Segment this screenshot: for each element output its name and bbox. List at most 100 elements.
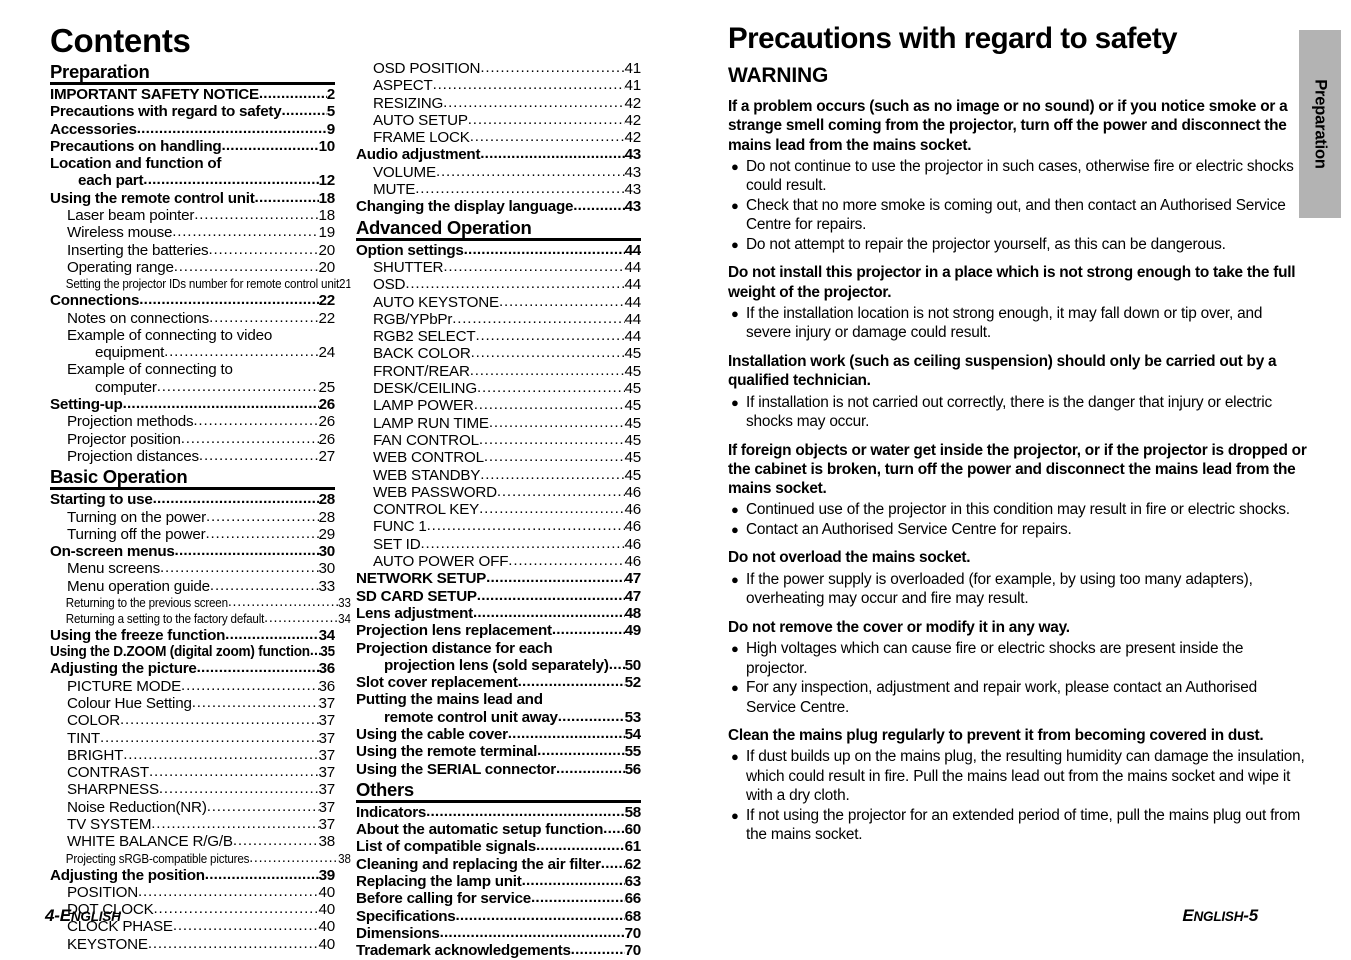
toc-entry[interactable]: Setting the projector IDs number for rem… [50, 276, 351, 292]
toc-entry[interactable]: Menu operation guide ...................… [50, 578, 335, 595]
toc-entry[interactable]: Noise Reduction(NR) ....................… [50, 799, 335, 816]
toc-entry[interactable]: SHUTTER ................................… [356, 259, 641, 276]
toc-entry[interactable]: Notes on connections ...................… [50, 310, 335, 327]
toc-entry[interactable]: Returning to the previous screen .......… [50, 595, 351, 611]
toc-entry[interactable]: WHITE BALANCE R/G/B ....................… [50, 833, 335, 850]
toc-entry[interactable]: TINT ...................................… [50, 730, 335, 747]
toc-entry[interactable]: Wireless mouse .........................… [50, 224, 335, 241]
toc-entry[interactable]: Using the freeze function ..............… [50, 627, 335, 644]
toc-entry[interactable]: WEB PASSWORD ...........................… [356, 484, 641, 501]
toc-entry[interactable]: Inserting the batteries ................… [50, 242, 335, 259]
toc-entry[interactable]: Projection distances ...................… [50, 448, 335, 465]
toc-leader-dots: ........................................… [537, 743, 625, 760]
toc-entry[interactable]: Turning off the power ..................… [50, 526, 335, 543]
toc-leader-dots: ........................................… [208, 241, 319, 258]
toc-entry[interactable]: RGB/YPbPr ..............................… [356, 311, 641, 328]
toc-entry[interactable]: Menu screens ...........................… [50, 560, 335, 577]
toc-entry[interactable]: Operating range ........................… [50, 259, 335, 276]
toc-entry[interactable]: FAN CONTROL ............................… [356, 432, 641, 449]
toc-entry[interactable]: Returning a setting to the factory defau… [50, 611, 351, 627]
toc-entry[interactable]: Turning on the power ...................… [50, 509, 335, 526]
toc-entry[interactable]: Using the cable cover ..................… [356, 726, 641, 743]
toc-entry[interactable]: NETWORK SETUP ..........................… [356, 570, 641, 587]
toc-entry-label: Audio adjustment [356, 146, 481, 164]
toc-entry[interactable]: Starting to use ........................… [50, 491, 335, 508]
toc-entry[interactable]: About the automatic setup function .....… [356, 821, 641, 838]
toc-entry[interactable]: List of compatible signals .............… [356, 838, 641, 855]
toc-entry[interactable]: Using the remote control unit ..........… [50, 190, 335, 207]
toc-entry[interactable]: On-screen menus ........................… [50, 543, 335, 560]
toc-entry[interactable]: Indicators .............................… [356, 804, 641, 821]
toc-entry[interactable]: KEYSTONE ...............................… [50, 936, 335, 953]
toc-entry[interactable]: LAMP POWER .............................… [356, 397, 641, 414]
toc-entry[interactable]: remote control unit away ...............… [356, 709, 641, 726]
toc-entry[interactable]: ASPECT .................................… [356, 77, 641, 94]
toc-entry[interactable]: BACK COLOR .............................… [356, 345, 641, 362]
toc-entry[interactable]: Replacing the lamp unit ................… [356, 873, 641, 890]
toc-entry[interactable]: Adjusting the position .................… [50, 867, 335, 884]
toc-entry[interactable]: Specifications .........................… [356, 908, 641, 925]
toc-entry[interactable]: Connections ............................… [50, 292, 335, 309]
toc-entry[interactable]: BRIGHT .................................… [50, 747, 335, 764]
toc-entry[interactable]: Precautions on handling ................… [50, 138, 335, 155]
toc-entry[interactable]: AUTO POWER OFF .........................… [356, 553, 641, 570]
toc-entry[interactable]: Precautions with regard to safety ......… [50, 103, 335, 120]
toc-entry[interactable]: RESIZING ...............................… [356, 95, 641, 112]
toc-entry[interactable]: WEB CONTROL ............................… [356, 449, 641, 466]
toc-entry[interactable]: Laser beam pointer .....................… [50, 207, 335, 224]
toc-entry[interactable]: OSD ....................................… [356, 276, 641, 293]
toc-entry[interactable]: equipment ..............................… [50, 344, 335, 361]
toc-entry[interactable]: Colour Hue Setting .....................… [50, 695, 335, 712]
toc-entry[interactable]: Using the remote terminal ..............… [356, 743, 641, 760]
toc-entry[interactable]: Dimensions .............................… [356, 925, 641, 942]
toc-entry[interactable]: RGB2 SELECT ............................… [356, 328, 641, 345]
toc-entry[interactable]: LAMP RUN TIME ..........................… [356, 415, 641, 432]
toc-entry[interactable]: Before calling for service .............… [356, 890, 641, 907]
toc-entry[interactable]: AUTO SETUP .............................… [356, 112, 641, 129]
toc-leader-dots: ........................................… [143, 172, 319, 189]
toc-entry[interactable]: SD CARD SETUP ..........................… [356, 588, 641, 605]
toc-entry[interactable]: Changing the display language ..........… [356, 198, 641, 215]
toc-entry[interactable]: Slot cover replacement .................… [356, 674, 641, 691]
toc-entry[interactable]: SET ID .................................… [356, 536, 641, 553]
footer-page-number: -5 [1243, 906, 1258, 925]
toc-entry[interactable]: IMPORTANT SAFETY NOTICE ................… [50, 86, 335, 103]
toc-entry[interactable]: OSD POSITION ...........................… [356, 60, 641, 77]
toc-entry[interactable]: SHARPNESS ..............................… [50, 781, 335, 798]
toc-entry[interactable]: Setting-up .............................… [50, 396, 335, 413]
toc-entry[interactable]: Using the SERIAL connector .............… [356, 761, 641, 778]
toc-entry[interactable]: Accessories ............................… [50, 121, 335, 138]
toc-entry-label: VOLUME [373, 163, 436, 181]
toc-entry[interactable]: Projector position .....................… [50, 431, 335, 448]
toc-entry[interactable]: each part ..............................… [50, 172, 335, 189]
toc-entry[interactable]: projection lens (sold separately) ......… [356, 657, 641, 674]
toc-entry[interactable]: Projection lens replacement ............… [356, 622, 641, 639]
toc-entry[interactable]: TV SYSTEM ..............................… [50, 816, 335, 833]
toc-entry[interactable]: FRONT/REAR .............................… [356, 363, 641, 380]
toc-entry[interactable]: CONTROL KEY ............................… [356, 501, 641, 518]
toc-entry[interactable]: Trademark acknowledgements .............… [356, 942, 641, 959]
toc-entry[interactable]: computer ...............................… [50, 379, 335, 396]
toc-entry[interactable]: Option settings ........................… [356, 242, 641, 259]
toc-leader-dots: ........................................… [507, 725, 625, 742]
toc-entry[interactable]: COLOR ..................................… [50, 712, 335, 729]
toc-entry[interactable]: CONTRAST ...............................… [50, 764, 335, 781]
toc-entry[interactable]: FUNC 1 .................................… [356, 518, 641, 535]
toc-entry[interactable]: WEB STANDBY ............................… [356, 467, 641, 484]
toc-entry[interactable]: Audio adjustment .......................… [356, 146, 641, 163]
toc-entry[interactable]: Lens adjustment ........................… [356, 605, 641, 622]
toc-entry[interactable]: Using the D.ZOOM (digital zoom) function… [50, 644, 335, 660]
toc-entry[interactable]: VOLUME .................................… [356, 164, 641, 181]
toc-entry[interactable]: AUTO KEYSTONE ..........................… [356, 294, 641, 311]
toc-entry[interactable]: PICTURE MODE ...........................… [50, 678, 335, 695]
toc-entry[interactable]: Cleaning and replacing the air filter ..… [356, 856, 641, 873]
toc-entry[interactable]: Projecting sRGB-compatible pictures ....… [50, 851, 351, 867]
toc-entry[interactable]: MUTE ...................................… [356, 181, 641, 198]
toc-entry[interactable]: DESK/CEILING ...........................… [356, 380, 641, 397]
toc-entry[interactable]: FRAME LOCK .............................… [356, 129, 641, 146]
toc-entry-label: Example of connecting to video [67, 326, 273, 344]
toc-entry[interactable]: Adjusting the picture ..................… [50, 660, 335, 677]
toc-entry[interactable]: Projection methods .....................… [50, 413, 335, 430]
toc-entry-label: TINT [67, 729, 100, 747]
toc-entry[interactable]: POSITION ...............................… [50, 884, 335, 901]
